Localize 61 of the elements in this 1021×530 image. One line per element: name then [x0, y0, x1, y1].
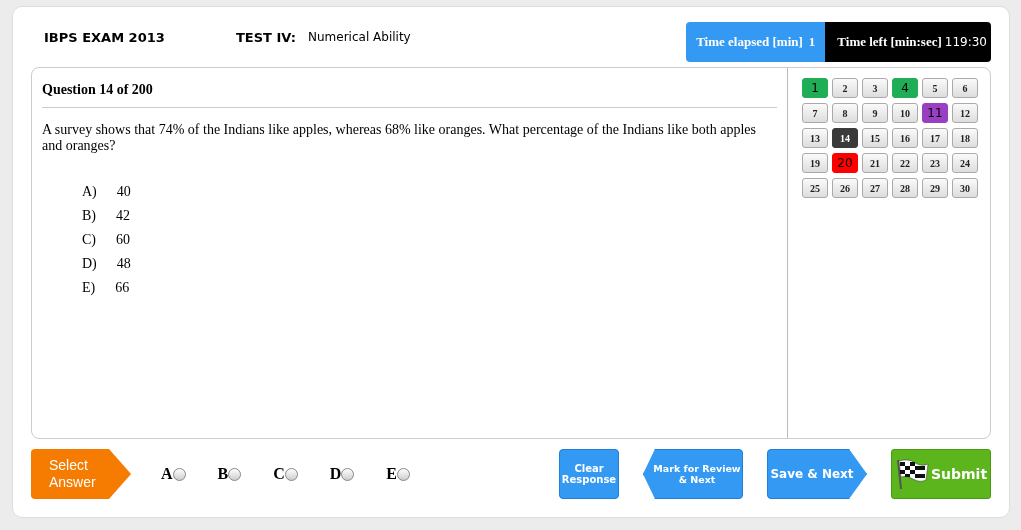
option-letter: A) [82, 184, 97, 200]
option-letter: B) [82, 208, 96, 224]
option-value: 66 [115, 280, 130, 296]
question-number-button[interactable]: 7 [802, 103, 828, 123]
exam-title: IBPS EXAM 2013 [44, 29, 166, 45]
test-name: Numerical Ability [308, 30, 411, 44]
question-number-button[interactable]: 4 [892, 78, 918, 98]
time-left-value: 119:30 [944, 35, 987, 49]
question-number-button[interactable]: 3 [862, 78, 888, 98]
option-value: 48 [116, 256, 131, 272]
answer-radio[interactable] [228, 467, 242, 481]
choice-letter: E [386, 465, 398, 483]
question-number-button[interactable]: 30 [952, 178, 978, 198]
choice-letter: C [273, 465, 285, 483]
question-number-button[interactable]: 28 [892, 178, 918, 198]
question-number-button[interactable]: 21 [862, 153, 888, 173]
question-number-button[interactable]: 24 [952, 153, 978, 173]
question-number-button[interactable]: 5 [922, 78, 948, 98]
question-number-button[interactable]: 17 [922, 128, 948, 148]
answer-radio[interactable] [397, 467, 411, 481]
choice-letter: B [217, 465, 229, 483]
question-number-button[interactable]: 9 [862, 103, 888, 123]
question-number-button[interactable]: 13 [802, 128, 828, 148]
question-number-button[interactable]: 26 [832, 178, 858, 198]
option-letter: C) [82, 232, 96, 248]
answer-radio[interactable] [284, 467, 298, 481]
question-heading: Question 14 of 200 [42, 68, 777, 108]
question-number-button[interactable]: 20 [832, 153, 858, 173]
question-number-button[interactable]: 8 [832, 103, 858, 123]
option-value: 40 [116, 184, 131, 200]
choice-letter: A [161, 465, 173, 483]
question-number-button[interactable]: 22 [892, 153, 918, 173]
question-number-button[interactable]: 2 [832, 78, 858, 98]
question-number-button[interactable]: 6 [952, 78, 978, 98]
question-number-button[interactable]: 27 [862, 178, 888, 198]
question-number-button[interactable]: 11 [922, 103, 948, 123]
question-number-button[interactable]: 18 [952, 128, 978, 148]
question-number-button[interactable]: 29 [922, 178, 948, 198]
question-number-button[interactable]: 10 [892, 103, 918, 123]
answer-radio[interactable] [172, 467, 186, 481]
question-number-button[interactable]: 15 [862, 128, 888, 148]
time-elapsed-value: 1 [808, 34, 816, 50]
question-text: A survey shows that 74% of the Indians like apples, whereas 68% like oranges. What percentage of the Indians like both apples and oranges? [42, 122, 757, 154]
time-left-label: Time left [min:sec] [837, 34, 942, 50]
question-number-button[interactable]: 16 [892, 128, 918, 148]
choice-letter: D [329, 465, 342, 483]
question-number-button[interactable]: 1 [802, 78, 828, 98]
question-number-button[interactable]: 19 [802, 153, 828, 173]
question-number-button[interactable]: 23 [922, 153, 948, 173]
option-value: 42 [116, 208, 130, 224]
checkered-flag-icon [894, 458, 929, 490]
option-letter: E) [82, 280, 96, 296]
time-elapsed-label: Time elapsed [min] [696, 34, 803, 50]
option-letter: D) [82, 256, 97, 272]
question-number-button[interactable]: 14 [832, 128, 858, 148]
option-value: 60 [116, 232, 130, 248]
question-number-button[interactable]: 25 [802, 178, 828, 198]
test-label: TEST IV: [236, 29, 297, 45]
select-answer-label: Select Answer [31, 449, 131, 499]
question-number-button[interactable]: 12 [952, 103, 978, 123]
answer-radio[interactable] [341, 467, 355, 481]
